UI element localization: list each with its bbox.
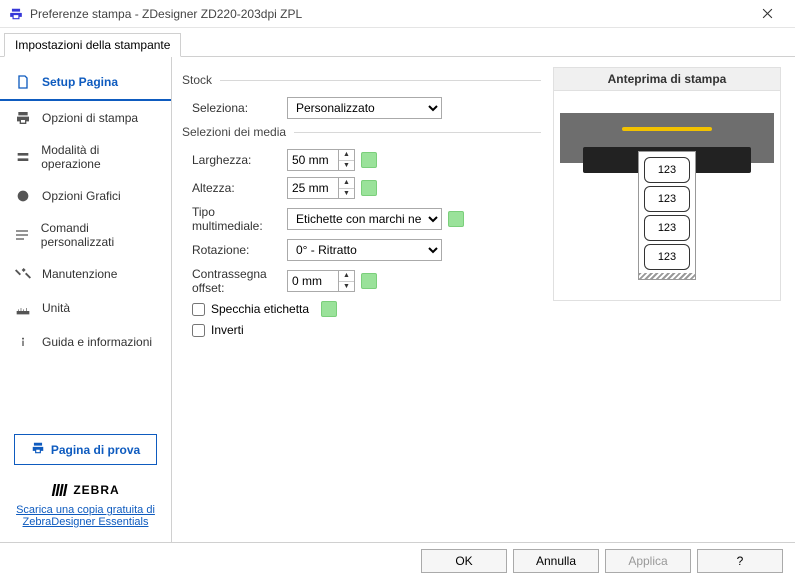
nav-print-options[interactable]: Opzioni di stampa [0, 101, 171, 135]
sidebar: Setup Pagina Opzioni di stampa Modalità … [0, 57, 172, 542]
titlebar: Preferenze stampa - ZDesigner ZD220-203d… [0, 0, 795, 28]
palette-icon [14, 187, 32, 205]
nav-setup-page[interactable]: Setup Pagina [0, 65, 171, 101]
nav-maintenance[interactable]: Manutenzione [0, 257, 171, 291]
nav-label: Unità [42, 301, 70, 315]
nav-label: Guida e informazioni [42, 335, 152, 349]
media-type-select[interactable]: Etichette con marchi neri [287, 208, 442, 230]
height-label: Altezza: [182, 181, 287, 195]
nav-graphics-options[interactable]: Opzioni Grafici [0, 179, 171, 213]
nav-label: Comandi personalizzati [41, 221, 157, 249]
ruler-icon [14, 299, 32, 317]
stock-select[interactable]: Personalizzato [287, 97, 442, 119]
offset-input[interactable] [287, 270, 339, 292]
width-label: Larghezza: [182, 153, 287, 167]
type-label: Tipo multimediale: [182, 205, 287, 233]
offset-spinner[interactable]: ▲▼ [339, 270, 355, 292]
info-icon [14, 333, 32, 351]
invert-label: Inverti [211, 323, 244, 337]
print-preview: Anteprima di stampa 123 123 123 123 [553, 67, 781, 532]
preview-label: 123 [644, 244, 690, 270]
height-reset-button[interactable] [361, 180, 377, 196]
form-area: Stock Seleziona: Personalizzato Selezion… [176, 67, 541, 532]
group-media: Selezioni dei media [182, 125, 541, 139]
nav-label: Setup Pagina [42, 75, 118, 89]
nav-help-info[interactable]: Guida e informazioni [0, 325, 171, 359]
preview-paper: 123 123 123 123 [638, 151, 696, 280]
rotation-select[interactable]: 0° - Ritratto [287, 239, 442, 261]
mode-icon [14, 148, 31, 166]
width-spinner[interactable]: ▲▼ [339, 149, 355, 171]
nav-operation-mode[interactable]: Modalità di operazione [0, 135, 171, 179]
printer-icon [14, 109, 32, 127]
window-title: Preferenze stampa - ZDesigner ZD220-203d… [30, 7, 747, 21]
nav-label: Manutenzione [42, 267, 117, 281]
apply-button[interactable]: Applica [605, 549, 691, 573]
preview-label: 123 [644, 157, 690, 183]
preview-canvas: 123 123 123 123 [553, 91, 781, 301]
nav-custom-commands[interactable]: Comandi personalizzati [0, 213, 171, 257]
offset-reset-button[interactable] [361, 273, 377, 289]
tools-icon [14, 265, 32, 283]
printer-icon [31, 441, 45, 458]
height-spinner[interactable]: ▲▼ [339, 177, 355, 199]
footer: OK Annulla Applica ? [0, 542, 795, 578]
rotation-label: Rotazione: [182, 243, 287, 257]
page-icon [14, 73, 32, 91]
zebra-logo: ZEBRA [51, 481, 119, 499]
test-page-button[interactable]: Pagina di prova [14, 434, 157, 465]
group-stock: Stock [182, 73, 541, 87]
nav-units[interactable]: Unità [0, 291, 171, 325]
tabstrip: Impostazioni della stampante [0, 28, 795, 57]
download-link[interactable]: Scarica una copia gratuita di ZebraDesig… [12, 504, 159, 528]
nav-label: Opzioni di stampa [42, 111, 138, 125]
test-page-label: Pagina di prova [51, 443, 140, 457]
stock-select-label: Seleziona: [182, 101, 287, 115]
help-button[interactable]: ? [697, 549, 783, 573]
commands-icon [14, 226, 31, 244]
width-reset-button[interactable] [361, 152, 377, 168]
mirror-label: Specchia etichetta [211, 302, 309, 316]
invert-checkbox[interactable] [192, 324, 205, 337]
preview-title: Anteprima di stampa [553, 67, 781, 91]
cancel-button[interactable]: Annulla [513, 549, 599, 573]
nav-label: Opzioni Grafici [42, 189, 121, 203]
preview-label: 123 [644, 215, 690, 241]
brand-block: ZEBRA Scarica una copia gratuita di Zebr… [0, 475, 171, 534]
nav-label: Modalità di operazione [41, 143, 157, 171]
printer-icon [8, 6, 24, 22]
tab-printer-settings[interactable]: Impostazioni della stampante [4, 33, 181, 57]
width-input[interactable] [287, 149, 339, 171]
ok-button[interactable]: OK [421, 549, 507, 573]
preview-label: 123 [644, 186, 690, 212]
type-reset-button[interactable] [448, 211, 464, 227]
mirror-checkbox[interactable] [192, 303, 205, 316]
offset-label: Contrassegna offset: [182, 267, 287, 295]
mirror-reset-button[interactable] [321, 301, 337, 317]
height-input[interactable] [287, 177, 339, 199]
close-button[interactable] [747, 0, 787, 27]
